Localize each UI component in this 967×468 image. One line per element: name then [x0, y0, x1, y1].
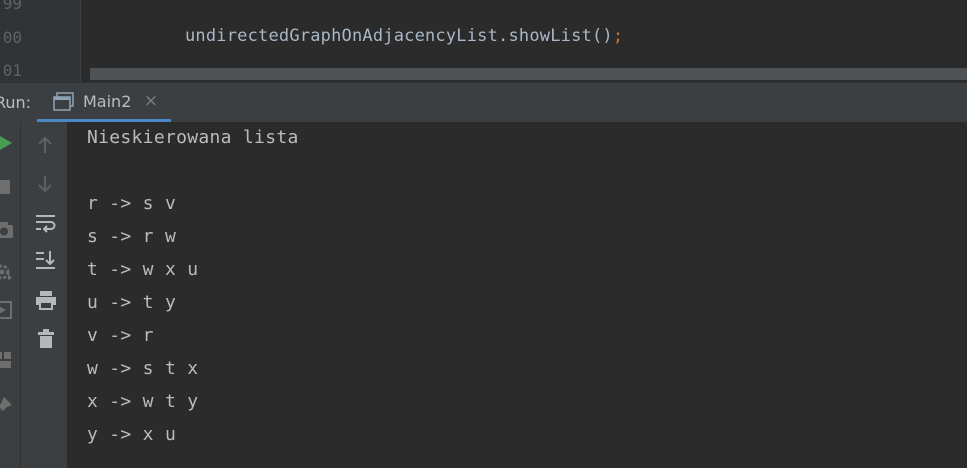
trash-icon[interactable]	[37, 328, 55, 354]
console-toolbar	[21, 122, 68, 468]
down-arrow-icon[interactable]	[36, 174, 54, 198]
console-line: v -> r	[87, 325, 154, 346]
console-line: x -> w t y	[87, 391, 199, 412]
scroll-to-end-icon[interactable]	[35, 249, 57, 275]
console-line: y -> x u	[87, 424, 177, 445]
console-output[interactable]: Nieskierowana lista r -> s v s -> r w t …	[68, 122, 967, 468]
line-number-gutter: 99 00 01	[0, 0, 81, 82]
console-line: r -> s v	[87, 193, 177, 214]
run-actions-toolbar	[0, 122, 21, 468]
restore-layout-icon[interactable]	[0, 300, 14, 324]
code-line[interactable]: undirectedGraphOnAdjacencyList.showList(…	[185, 26, 623, 46]
console-line: Nieskierowana lista	[87, 127, 299, 148]
console-line: w -> s t x	[87, 358, 199, 379]
stop-icon[interactable]	[0, 178, 12, 200]
pin-icon[interactable]	[0, 396, 14, 420]
soft-wrap-icon[interactable]	[35, 213, 57, 237]
line-number: 99	[2, 0, 22, 13]
code-statement: undirectedGraphOnAdjacencyList.showList(…	[185, 26, 613, 46]
horizontal-scrollbar[interactable]	[90, 68, 967, 80]
close-icon[interactable]: ×	[143, 92, 159, 110]
console-line: u -> t y	[87, 292, 177, 313]
settings-icon[interactable]	[0, 262, 14, 286]
run-label: Run:	[0, 93, 32, 112]
ide-window: 99 00 01 undirectedGraphOnAdjacencyList.…	[0, 0, 967, 468]
camera-icon[interactable]	[0, 220, 14, 244]
print-icon[interactable]	[35, 290, 57, 314]
tab-label: Main2	[83, 92, 132, 111]
up-arrow-icon[interactable]	[36, 135, 54, 159]
line-number: 01	[2, 61, 22, 80]
console-window-icon	[53, 92, 75, 112]
tab-main2[interactable]: Main2 ×	[37, 83, 171, 123]
layout-icon[interactable]	[0, 350, 14, 374]
console-line: t -> w x u	[87, 259, 199, 280]
console-line: s -> r w	[87, 226, 177, 247]
run-tool-window-header: Run: Main2 ×	[0, 82, 967, 123]
code-semicolon: ;	[612, 26, 624, 46]
line-number: 00	[2, 28, 22, 47]
run-icon[interactable]	[0, 134, 14, 156]
code-editor[interactable]: 99 00 01 undirectedGraphOnAdjacencyList.…	[0, 0, 967, 82]
